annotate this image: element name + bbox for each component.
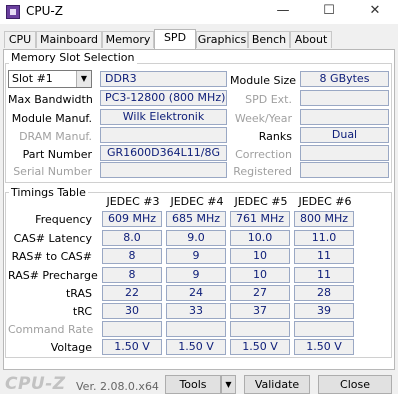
module-manuf-field: Wilk Elektronik — [100, 109, 227, 125]
validate-button[interactable]: Validate — [244, 375, 310, 394]
part-number-field: GR1600D364L11/8G — [100, 145, 227, 161]
cpu-z-app-icon — [6, 5, 20, 19]
correction-field — [300, 145, 389, 161]
dram-manuf-label: DRAM Manuf. — [19, 130, 92, 143]
timing-cell: 8 — [102, 248, 162, 264]
spd-ext-label: SPD Ext. — [245, 93, 292, 106]
window-title: CPU-Z — [26, 4, 63, 18]
footer-bar: CPU-Z Ver. 2.08.0.x64 Tools ▼ Validate C… — [0, 372, 398, 394]
timing-cell: 10 — [230, 248, 290, 264]
tab-memory[interactable]: Memory — [102, 31, 154, 48]
timing-cell — [294, 321, 354, 337]
week-year-field — [300, 109, 389, 125]
timing-cell: 8.0 — [102, 230, 162, 246]
cpu-z-logo: CPU-Z — [5, 374, 66, 394]
timing-cell: 11.0 — [294, 230, 354, 246]
timing-cell: 30 — [102, 303, 162, 319]
max-bandwidth-field: PC3-12800 (800 MHz) — [100, 90, 227, 106]
timing-cell: 1.50 V — [294, 339, 354, 355]
dram-manuf-field — [100, 127, 227, 143]
timing-col-header: JEDEC #3 — [106, 195, 160, 208]
frequency-label: Frequency — [35, 213, 92, 226]
timing-cell: 10.0 — [230, 230, 290, 246]
timing-cell: 685 MHz — [166, 211, 226, 227]
ranks-field: Dual — [300, 127, 389, 143]
tab-cpu[interactable]: CPU — [4, 31, 36, 48]
timing-cell: 1.50 V — [230, 339, 290, 355]
timing-cell: 10 — [230, 267, 290, 283]
version-label: Ver. 2.08.0.x64 — [76, 380, 159, 393]
cas-latency-label: CAS# Latency — [13, 232, 92, 245]
tras-label: tRAS — [65, 287, 92, 300]
minimize-button[interactable]: — — [260, 0, 306, 24]
memory-slot-group-title: Memory Slot Selection — [9, 51, 137, 64]
timing-cell: 9 — [166, 267, 226, 283]
timing-cell — [166, 321, 226, 337]
timing-cell: 800 MHz — [294, 211, 354, 227]
max-bandwidth-label: Max Bandwidth — [8, 93, 93, 106]
maximize-button[interactable]: ☐ — [306, 0, 352, 24]
module-size-label: Module Size — [230, 74, 297, 87]
module-size-field: 8 GBytes — [300, 71, 389, 87]
serial-number-field — [100, 162, 227, 178]
timing-cell — [102, 321, 162, 337]
tab-mainboard[interactable]: Mainboard — [36, 31, 102, 48]
slot-select-value: Slot #1 — [12, 72, 53, 85]
memory-type-field: DDR3 — [100, 71, 227, 87]
tab-about[interactable]: About — [290, 31, 332, 48]
timings-group-title: Timings Table — [9, 186, 88, 199]
timing-cell: 9 — [166, 248, 226, 264]
part-number-label: Part Number — [22, 148, 92, 161]
timing-cell: 11 — [294, 267, 354, 283]
timing-cell: 27 — [230, 285, 290, 301]
ranks-label: Ranks — [258, 130, 292, 143]
timing-cell: 33 — [166, 303, 226, 319]
trc-label: tRC — [72, 305, 92, 318]
module-manuf-label: Module Manuf. — [11, 112, 92, 125]
ras-to-cas-label: RAS# to CAS# — [11, 250, 92, 263]
chevron-down-icon[interactable]: ▼ — [76, 71, 91, 87]
timing-col-header: JEDEC #5 — [234, 195, 288, 208]
chevron-down-icon[interactable]: ▼ — [221, 375, 236, 394]
registered-label: Registered — [233, 165, 292, 178]
timing-cell — [230, 321, 290, 337]
tab-spd[interactable]: SPD — [154, 29, 196, 50]
ras-precharge-label: RAS# Precharge — [8, 269, 98, 282]
timing-cell: 37 — [230, 303, 290, 319]
timing-cell: 1.50 V — [102, 339, 162, 355]
close-button[interactable]: Close — [318, 375, 392, 394]
correction-label: Correction — [235, 148, 292, 161]
week-year-label: Week/Year — [234, 112, 292, 125]
tab-bar: CPU Mainboard Memory SPD Graphics Bench … — [0, 29, 398, 50]
tab-graphics[interactable]: Graphics — [196, 31, 248, 48]
timing-cell: 11 — [294, 248, 354, 264]
timing-cell: 609 MHz — [102, 211, 162, 227]
timing-cell: 28 — [294, 285, 354, 301]
timing-cell: 9.0 — [166, 230, 226, 246]
timing-cell: 22 — [102, 285, 162, 301]
registered-field — [300, 162, 389, 178]
timing-cell: 1.50 V — [166, 339, 226, 355]
spd-ext-field — [300, 90, 389, 106]
timing-cell: 39 — [294, 303, 354, 319]
tools-button[interactable]: Tools — [165, 375, 221, 394]
voltage-label: Voltage — [50, 341, 92, 354]
timing-cell: 761 MHz — [230, 211, 290, 227]
command-rate-label: Command Rate — [8, 323, 94, 336]
timing-cell: 8 — [102, 267, 162, 283]
timing-cell: 24 — [166, 285, 226, 301]
title-bar: CPU-Z — ☐ ✕ — [0, 0, 398, 24]
close-window-button[interactable]: ✕ — [352, 0, 398, 24]
timing-col-header: JEDEC #4 — [170, 195, 224, 208]
serial-number-label: Serial Number — [13, 165, 92, 178]
tab-bench[interactable]: Bench — [248, 31, 290, 48]
timing-col-header: JEDEC #6 — [298, 195, 352, 208]
slot-select[interactable]: Slot #1 ▼ — [8, 70, 92, 88]
